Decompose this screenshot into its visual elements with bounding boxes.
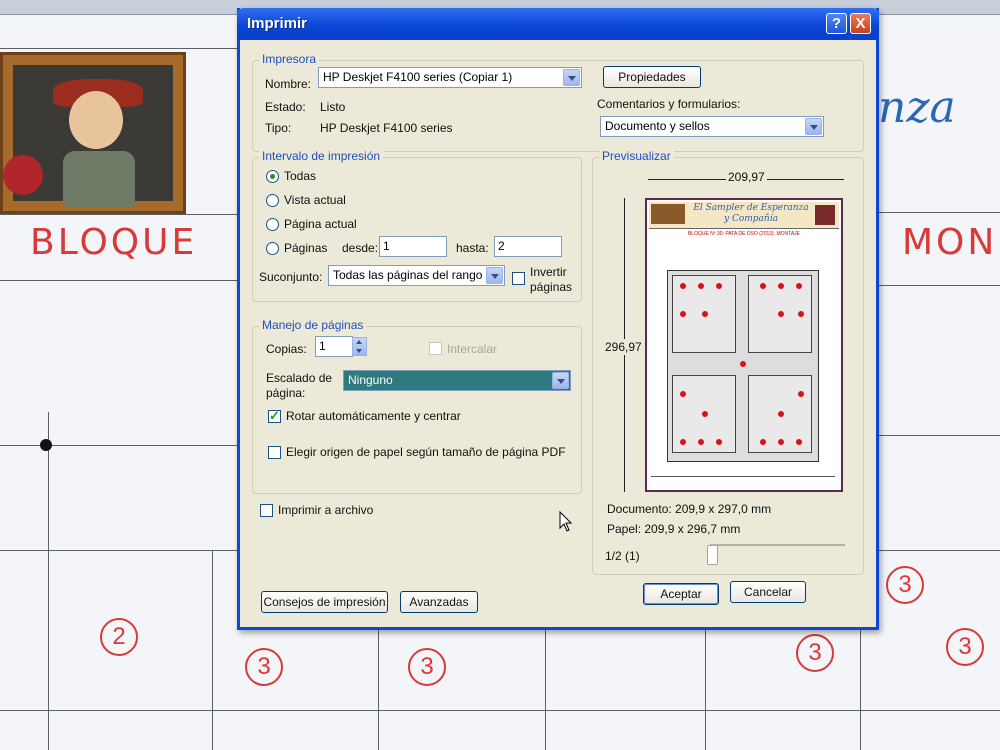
printer-type-value: HP Deskjet F4100 series bbox=[320, 121, 453, 135]
ok-button[interactable]: Aceptar bbox=[643, 583, 719, 605]
preview-header-band: El Sampler de Esperanza y Compañía bbox=[649, 202, 839, 229]
background-circle-number: 3 bbox=[946, 628, 984, 666]
range-current-view-label[interactable]: Vista actual bbox=[284, 193, 346, 207]
paper-source-label[interactable]: Elegir origen de papel según tamaño de p… bbox=[286, 445, 566, 459]
range-from-label: desde: bbox=[342, 241, 379, 255]
range-pages-label[interactable]: Páginas bbox=[284, 241, 327, 255]
background-circle-number: 3 bbox=[796, 634, 834, 672]
printer-type-label: Tipo: bbox=[265, 121, 292, 135]
range-current-page-label[interactable]: Página actual bbox=[284, 217, 357, 231]
copies-input[interactable]: 1 bbox=[315, 336, 353, 357]
comments-label: Comentarios y formularios: bbox=[597, 97, 741, 111]
preview-width-label: 209,97 bbox=[726, 170, 767, 184]
scaling-label-line2: página: bbox=[266, 386, 306, 400]
subset-value: Todas las páginas del rango bbox=[333, 268, 483, 282]
preview-header-title: El Sampler de Esperanza y Compañía bbox=[689, 203, 813, 225]
reverse-pages-checkbox[interactable] bbox=[512, 272, 525, 285]
print-tips-button[interactable]: Consejos de impresión bbox=[261, 591, 388, 613]
advanced-button[interactable]: Avanzadas bbox=[400, 591, 478, 613]
subset-label: Suconjunto: bbox=[259, 270, 323, 284]
printer-name-select[interactable]: HP Deskjet F4100 series (Copiar 1) bbox=[318, 67, 582, 88]
preview-header-line2: y Compañía bbox=[724, 214, 778, 224]
paper-size-label: Papel: 209,9 x 296,7 mm bbox=[607, 522, 741, 536]
close-button[interactable]: X bbox=[850, 13, 871, 34]
print-to-file-checkbox[interactable] bbox=[260, 504, 273, 517]
copies-label: Copias: bbox=[266, 342, 307, 356]
preview-header-line1: El Sampler de Esperanza bbox=[693, 203, 809, 213]
document-size-label: Documento: 209,9 x 297,0 mm bbox=[607, 502, 772, 516]
range-pages-radio[interactable] bbox=[266, 242, 279, 255]
printer-name-label: Nombre: bbox=[265, 77, 312, 91]
comments-value: Documento y sellos bbox=[605, 119, 710, 133]
printer-group-label: Impresora bbox=[259, 52, 320, 66]
doll-illustration bbox=[0, 52, 186, 214]
scaling-select[interactable]: Ninguno bbox=[343, 370, 571, 391]
chevron-down-icon bbox=[486, 267, 503, 284]
paper-source-checkbox[interactable] bbox=[268, 446, 281, 459]
cancel-button[interactable]: Cancelar bbox=[730, 581, 806, 603]
background-point bbox=[40, 439, 52, 451]
subset-select[interactable]: Todas las páginas del rango bbox=[328, 265, 505, 286]
comments-select[interactable]: Documento y sellos bbox=[600, 116, 824, 137]
mouse-pointer-icon bbox=[559, 511, 573, 532]
range-to-label: hasta: bbox=[456, 241, 489, 255]
auto-rotate-checkbox[interactable] bbox=[268, 408, 281, 424]
preview-group-label: Previsualizar bbox=[599, 149, 674, 163]
printer-name-value: HP Deskjet F4100 series (Copiar 1) bbox=[323, 70, 513, 84]
page-counter: 1/2 (1) bbox=[605, 549, 640, 563]
preview-subtitle: BLOQUE Nº 30: PATA DE OSO (2013). MONTAJ… bbox=[687, 231, 801, 237]
dialog-titlebar[interactable]: Imprimir ? X bbox=[237, 8, 879, 40]
page-slider-track[interactable] bbox=[710, 544, 845, 546]
auto-rotate-label[interactable]: Rotar automáticamente y centrar bbox=[286, 409, 461, 423]
dialog-title: Imprimir bbox=[247, 15, 308, 32]
background-label-mon: MON bbox=[902, 222, 998, 263]
preview-thumbnail-badge bbox=[815, 205, 835, 225]
range-all-label[interactable]: Todas bbox=[284, 169, 316, 183]
chevron-down-icon bbox=[805, 118, 822, 135]
help-button[interactable]: ? bbox=[826, 13, 847, 34]
range-from-input[interactable]: 1 bbox=[379, 236, 447, 257]
page-slider-thumb[interactable] bbox=[707, 545, 718, 565]
background-circle-number: 2 bbox=[100, 618, 138, 656]
preview-thumbnail-image bbox=[651, 204, 685, 224]
reverse-pages-label-line2[interactable]: páginas bbox=[530, 280, 572, 294]
background-circle-number: 3 bbox=[408, 648, 446, 686]
properties-button[interactable]: Propiedades bbox=[603, 66, 701, 88]
chevron-down-icon bbox=[563, 69, 580, 86]
background-label-bloque: BLOQUE bbox=[30, 222, 198, 263]
range-to-input[interactable]: 2 bbox=[494, 236, 562, 257]
background-circle-number: 3 bbox=[245, 648, 283, 686]
print-range-group-label: Intervalo de impresión bbox=[259, 149, 384, 163]
background-script-text: nza bbox=[878, 82, 956, 133]
preview-page-thumbnail: El Sampler de Esperanza y Compañía BLOQU… bbox=[645, 198, 843, 492]
preview-height-label: 296,97 bbox=[605, 339, 642, 355]
print-dialog: Imprimir ? X Impresora Nombre: HP Deskje… bbox=[237, 8, 879, 630]
range-current-page-radio[interactable] bbox=[266, 218, 279, 231]
preview-footer-line bbox=[651, 476, 835, 477]
collate-label: Intercalar bbox=[447, 342, 498, 356]
page-handling-group-label: Manejo de páginas bbox=[259, 318, 367, 332]
collate-checkbox bbox=[429, 342, 442, 355]
printer-status-label: Estado: bbox=[265, 100, 306, 114]
preview-quilt-block bbox=[667, 270, 819, 462]
print-to-file-label[interactable]: Imprimir a archivo bbox=[278, 503, 373, 517]
range-all-radio[interactable] bbox=[266, 170, 279, 183]
scaling-value: Ninguno bbox=[348, 373, 393, 387]
chevron-down-icon bbox=[552, 372, 569, 389]
reverse-pages-label-line1[interactable]: Invertir bbox=[530, 265, 567, 279]
printer-status-value: Listo bbox=[320, 100, 346, 114]
scaling-label-line1: Escalado de bbox=[266, 371, 333, 385]
range-current-view-radio[interactable] bbox=[266, 194, 279, 207]
background-circle-number: 3 bbox=[886, 566, 924, 604]
copies-stepper[interactable] bbox=[352, 337, 367, 356]
